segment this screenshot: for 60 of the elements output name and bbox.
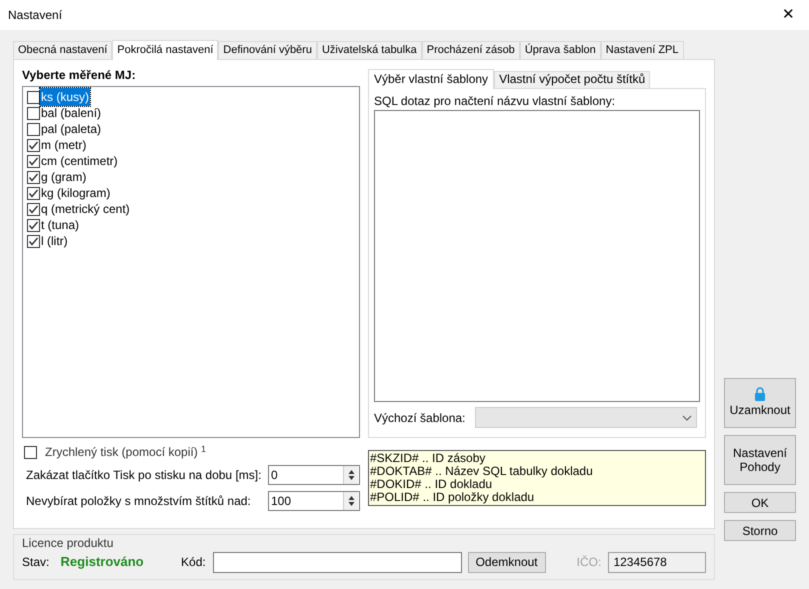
dialog-button[interactable]: OK: [724, 492, 796, 513]
number-field[interactable]: 100: [268, 491, 360, 511]
number-field[interactable]: 0: [268, 465, 360, 485]
unit-label[interactable]: l (litr): [40, 232, 69, 250]
unit-label[interactable]: g (gram): [40, 168, 88, 186]
tab[interactable]: Nastavení ZPL: [600, 41, 684, 59]
hint-line: #DOKTAB# .. Název SQL tabulky dokladu: [370, 465, 594, 478]
code-label: Kód:: [181, 554, 207, 571]
hint-line: #SKZID# .. ID zásoby: [370, 452, 486, 465]
checkbox[interactable]: [27, 122, 40, 136]
dialog-button[interactable]: Storno: [724, 520, 796, 541]
tab[interactable]: Definování výběru: [218, 41, 317, 59]
tab[interactable]: Procházení zásob: [422, 41, 520, 59]
unit-label[interactable]: pal (paleta): [40, 120, 102, 138]
sql-label: SQL dotaz pro načtení názvu vlastní šablony:: [374, 93, 616, 108]
hint-line: #DOKID# .. ID dokladu: [370, 478, 492, 491]
state-value: Registrováno: [60, 553, 145, 572]
unit-label[interactable]: cm (centimetr): [40, 152, 119, 170]
fast-print-label: Zrychlený tisk (pomocí kopií) $^{1}$: [45, 443, 206, 461]
tab[interactable]: Pokročilá nastavení: [112, 40, 218, 60]
checkbox[interactable]: [27, 138, 40, 152]
ico-label: IČO:: [576, 554, 602, 571]
sql-field[interactable]: [374, 110, 700, 402]
checkbox[interactable]: [27, 90, 40, 104]
unit-label[interactable]: q (metrický cent): [40, 200, 131, 218]
hint-line: #POLID# .. ID položky dokladu: [370, 491, 536, 504]
checkbox[interactable]: [27, 170, 40, 184]
checkbox[interactable]: [27, 106, 40, 120]
spinner-label: Nevybírat položky s množstvím štítků nad:: [26, 493, 251, 510]
checkbox[interactable]: [27, 234, 40, 248]
license-title: Licence produktu: [22, 535, 114, 549]
unit-label[interactable]: m (metr): [40, 136, 88, 154]
checkbox[interactable]: [27, 186, 40, 200]
tab[interactable]: Uživatelská tabulka: [316, 41, 422, 59]
chevron-down-icon: [682, 414, 692, 420]
checkbox[interactable]: [27, 202, 40, 216]
tab[interactable]: Vlastní výpočet počtu štítků: [494, 71, 650, 88]
unit-label[interactable]: ks (kusy): [40, 88, 90, 106]
code-field[interactable]: [212, 552, 462, 572]
unit-label[interactable]: bal (balení): [40, 104, 102, 122]
state-label: Stav:: [22, 554, 50, 571]
unlock-button[interactable]: Odemknout: [468, 552, 546, 572]
checkbox[interactable]: [27, 218, 40, 232]
unit-label[interactable]: t (tuna): [40, 216, 80, 234]
unit-label[interactable]: kg (kilogram): [40, 184, 112, 202]
lock-button[interactable]: Uzamknout: [724, 378, 796, 428]
tab[interactable]: Výběr vlastní šablony: [368, 69, 494, 89]
units-heading: Vyberte měřené MJ:: [22, 67, 137, 82]
template-label: Výchozí šablona:: [374, 410, 466, 426]
checkbox[interactable]: [24, 446, 37, 458]
tab[interactable]: Úprava šablon: [520, 41, 601, 59]
checkbox[interactable]: [27, 154, 40, 168]
padlock-icon: [754, 387, 766, 401]
window-title: Nastavení: [8, 7, 62, 24]
close-button[interactable]: ✕: [782, 4, 795, 26]
dialog-button[interactable]: Nastavení Pohody: [724, 435, 796, 485]
tab[interactable]: Obecná nastavení: [13, 41, 112, 59]
spin-arrows-icon[interactable]: [343, 466, 358, 484]
spinner-label: Zakázat tlačítko Tisk po stisku na dobu [ms]:: [26, 467, 262, 484]
spin-arrows-icon[interactable]: [343, 492, 358, 510]
